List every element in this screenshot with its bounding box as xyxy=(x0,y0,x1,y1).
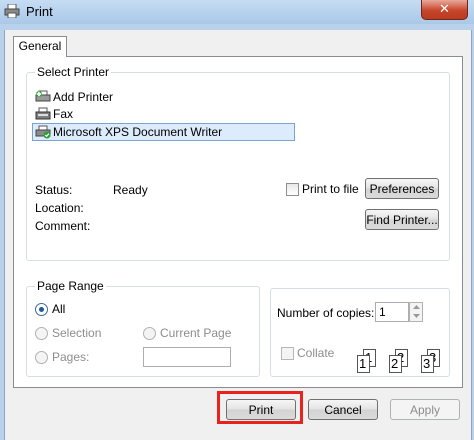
current-page-radio[interactable] xyxy=(143,327,156,340)
window-title: Print xyxy=(26,4,53,19)
find-printer-button[interactable]: Find Printer... xyxy=(365,209,439,230)
tab-general[interactable]: General xyxy=(13,36,67,57)
select-printer-legend: Select Printer xyxy=(37,65,110,79)
selection-radio[interactable] xyxy=(35,327,48,340)
printer-list[interactable]: Add Printer Fax Microsoft XPS Document W… xyxy=(32,89,295,142)
fax-printer-icon xyxy=(35,107,51,120)
status-value: Ready xyxy=(113,183,148,197)
print-button[interactable]: Print xyxy=(226,399,296,420)
comment-label: Comment: xyxy=(35,219,91,233)
apply-button[interactable]: Apply xyxy=(390,399,460,420)
collate-checkbox[interactable] xyxy=(281,347,294,360)
spin-down-icon xyxy=(413,314,420,318)
select-printer-group: Select Printer Add Printer Fax Microsoft… xyxy=(26,65,450,261)
collate-label: Collate xyxy=(297,346,335,360)
printer-item-add-printer[interactable]: Add Printer xyxy=(33,89,295,105)
all-radio[interactable] xyxy=(35,303,48,316)
general-tab-panel: Select Printer Add Printer Fax Microsoft… xyxy=(13,56,463,388)
collate-page-front-1: 1 xyxy=(357,355,370,373)
preferences-button[interactable]: Preferences xyxy=(365,178,439,199)
dialog-body: General Select Printer Add Printer Fax M… xyxy=(4,30,472,440)
page-range-group: Page Range All Selection Current Page Pa… xyxy=(26,279,260,377)
title-bar: Print ✕ xyxy=(0,0,474,24)
spin-up-icon xyxy=(413,305,420,309)
all-label: All xyxy=(52,302,66,316)
copies-spinner[interactable] xyxy=(409,302,423,322)
add-printer-icon xyxy=(35,90,51,102)
close-icon: ✕ xyxy=(439,1,450,16)
copies-value: 1 xyxy=(379,305,386,319)
copies-group: Number of copies: 1 Collate 1 1 2 2 3 3 xyxy=(270,288,450,377)
xps-printer-icon xyxy=(35,125,51,139)
printer-label: Add Printer xyxy=(53,90,114,104)
collate-page-front-2: 2 xyxy=(389,355,402,373)
page-range-legend: Page Range xyxy=(37,279,104,293)
printer-item-fax[interactable]: Fax xyxy=(33,106,295,122)
selection-label: Selection xyxy=(52,326,102,340)
location-label: Location: xyxy=(35,201,84,215)
print-to-file-checkbox[interactable] xyxy=(286,183,299,196)
print-to-file-label: Print to file xyxy=(302,182,359,196)
printer-label: Fax xyxy=(53,107,74,121)
printer-label: Microsoft XPS Document Writer xyxy=(53,125,223,139)
collate-illustration: 1 1 2 2 3 3 xyxy=(349,349,449,379)
number-of-copies-label: Number of copies: xyxy=(277,306,375,320)
printer-item-microsoft-xps[interactable]: Microsoft XPS Document Writer xyxy=(32,123,295,141)
close-button[interactable]: ✕ xyxy=(421,0,468,20)
printer-icon xyxy=(4,4,20,18)
cancel-button[interactable]: Cancel xyxy=(308,399,378,420)
pages-radio[interactable] xyxy=(35,351,48,364)
current-page-label: Current Page xyxy=(160,326,232,340)
collate-page-front-3: 3 xyxy=(421,355,434,373)
status-label: Status: xyxy=(35,183,73,197)
pages-input[interactable] xyxy=(143,347,231,367)
copies-input[interactable]: 1 xyxy=(375,302,409,322)
pages-label: Pages: xyxy=(52,350,90,364)
